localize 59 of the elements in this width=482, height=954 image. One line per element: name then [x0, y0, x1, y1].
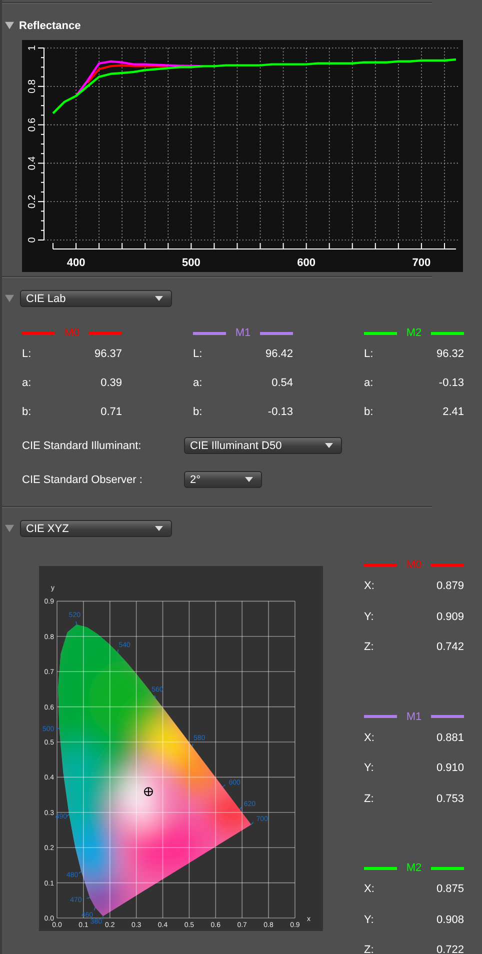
legend-label: M0: [64, 327, 80, 339]
value-label: Y:: [364, 762, 374, 774]
setting-label: CIE Standard Illuminant:: [22, 440, 142, 452]
value-text: 0.875: [436, 883, 464, 896]
value-text: 96.32: [436, 348, 464, 360]
value-text: 0.722: [436, 944, 464, 954]
y-tick-label: 0: [27, 237, 38, 243]
value-text: 0.71: [100, 406, 122, 418]
value-text: 0.39: [100, 376, 122, 388]
legend-label: M0: [406, 559, 422, 571]
value-label: L:: [364, 348, 374, 360]
value-label: X:: [364, 883, 374, 896]
value-text: 0.910: [436, 762, 464, 774]
x-tick-label: 400: [66, 257, 86, 269]
section-title: Reflectance: [19, 20, 81, 32]
x-tick-label: 600: [297, 257, 316, 269]
legend-label: M2: [406, 862, 422, 874]
value-text: 0.54: [272, 376, 293, 388]
value-text: 0.909: [436, 610, 464, 623]
color-space-dropdown[interactable]: CIE Lab: [20, 290, 172, 307]
y-tick-label: 1: [27, 45, 38, 51]
value-text: 0.742: [436, 641, 464, 654]
value-label: Y:: [364, 610, 374, 623]
value-text: 0.753: [436, 792, 464, 805]
legend-label: M1: [235, 327, 251, 339]
setting-label: CIE Standard Observer :: [22, 474, 144, 486]
y-tick-label: 0.8: [27, 79, 38, 94]
y-tick-label: 0.4: [27, 156, 38, 170]
value-label: a:: [22, 376, 32, 388]
value-text: 96.37: [94, 348, 122, 360]
value-label: Z:: [364, 944, 374, 954]
setting-dropdown[interactable]: CIE Illuminant D50: [184, 437, 342, 454]
setting-dropdown[interactable]: 2°: [184, 471, 262, 488]
value-text: -0.13: [268, 406, 293, 418]
value-label: X:: [364, 732, 374, 744]
legend-label: M1: [406, 710, 422, 722]
color-space-dropdown[interactable]: CIE XYZ: [20, 520, 172, 537]
value-text: 0.908: [436, 914, 464, 926]
value-label: a:: [193, 376, 202, 388]
x-tick-label: 700: [412, 257, 431, 269]
value-label: b:: [22, 406, 32, 418]
value-label: L:: [22, 348, 32, 360]
value-label: Z:: [364, 792, 374, 805]
y-tick-label: 0.2: [27, 194, 38, 209]
value-text: 96.42: [265, 348, 293, 360]
value-label: Y:: [364, 914, 374, 926]
legend-label: M2: [406, 327, 422, 339]
value-text: 2.41: [442, 406, 464, 418]
value-text: -0.13: [438, 376, 464, 388]
value-label: b:: [193, 406, 202, 418]
x-tick-label: 500: [182, 257, 200, 269]
value-label: L:: [193, 348, 202, 360]
value-label: X:: [364, 580, 374, 592]
value-text: 0.879: [436, 580, 464, 592]
value-label: a:: [364, 376, 374, 388]
value-text: 0.881: [436, 732, 464, 744]
value-label: Z:: [364, 641, 374, 654]
value-label: b:: [364, 406, 374, 418]
y-tick-label: 0.6: [27, 118, 38, 132]
